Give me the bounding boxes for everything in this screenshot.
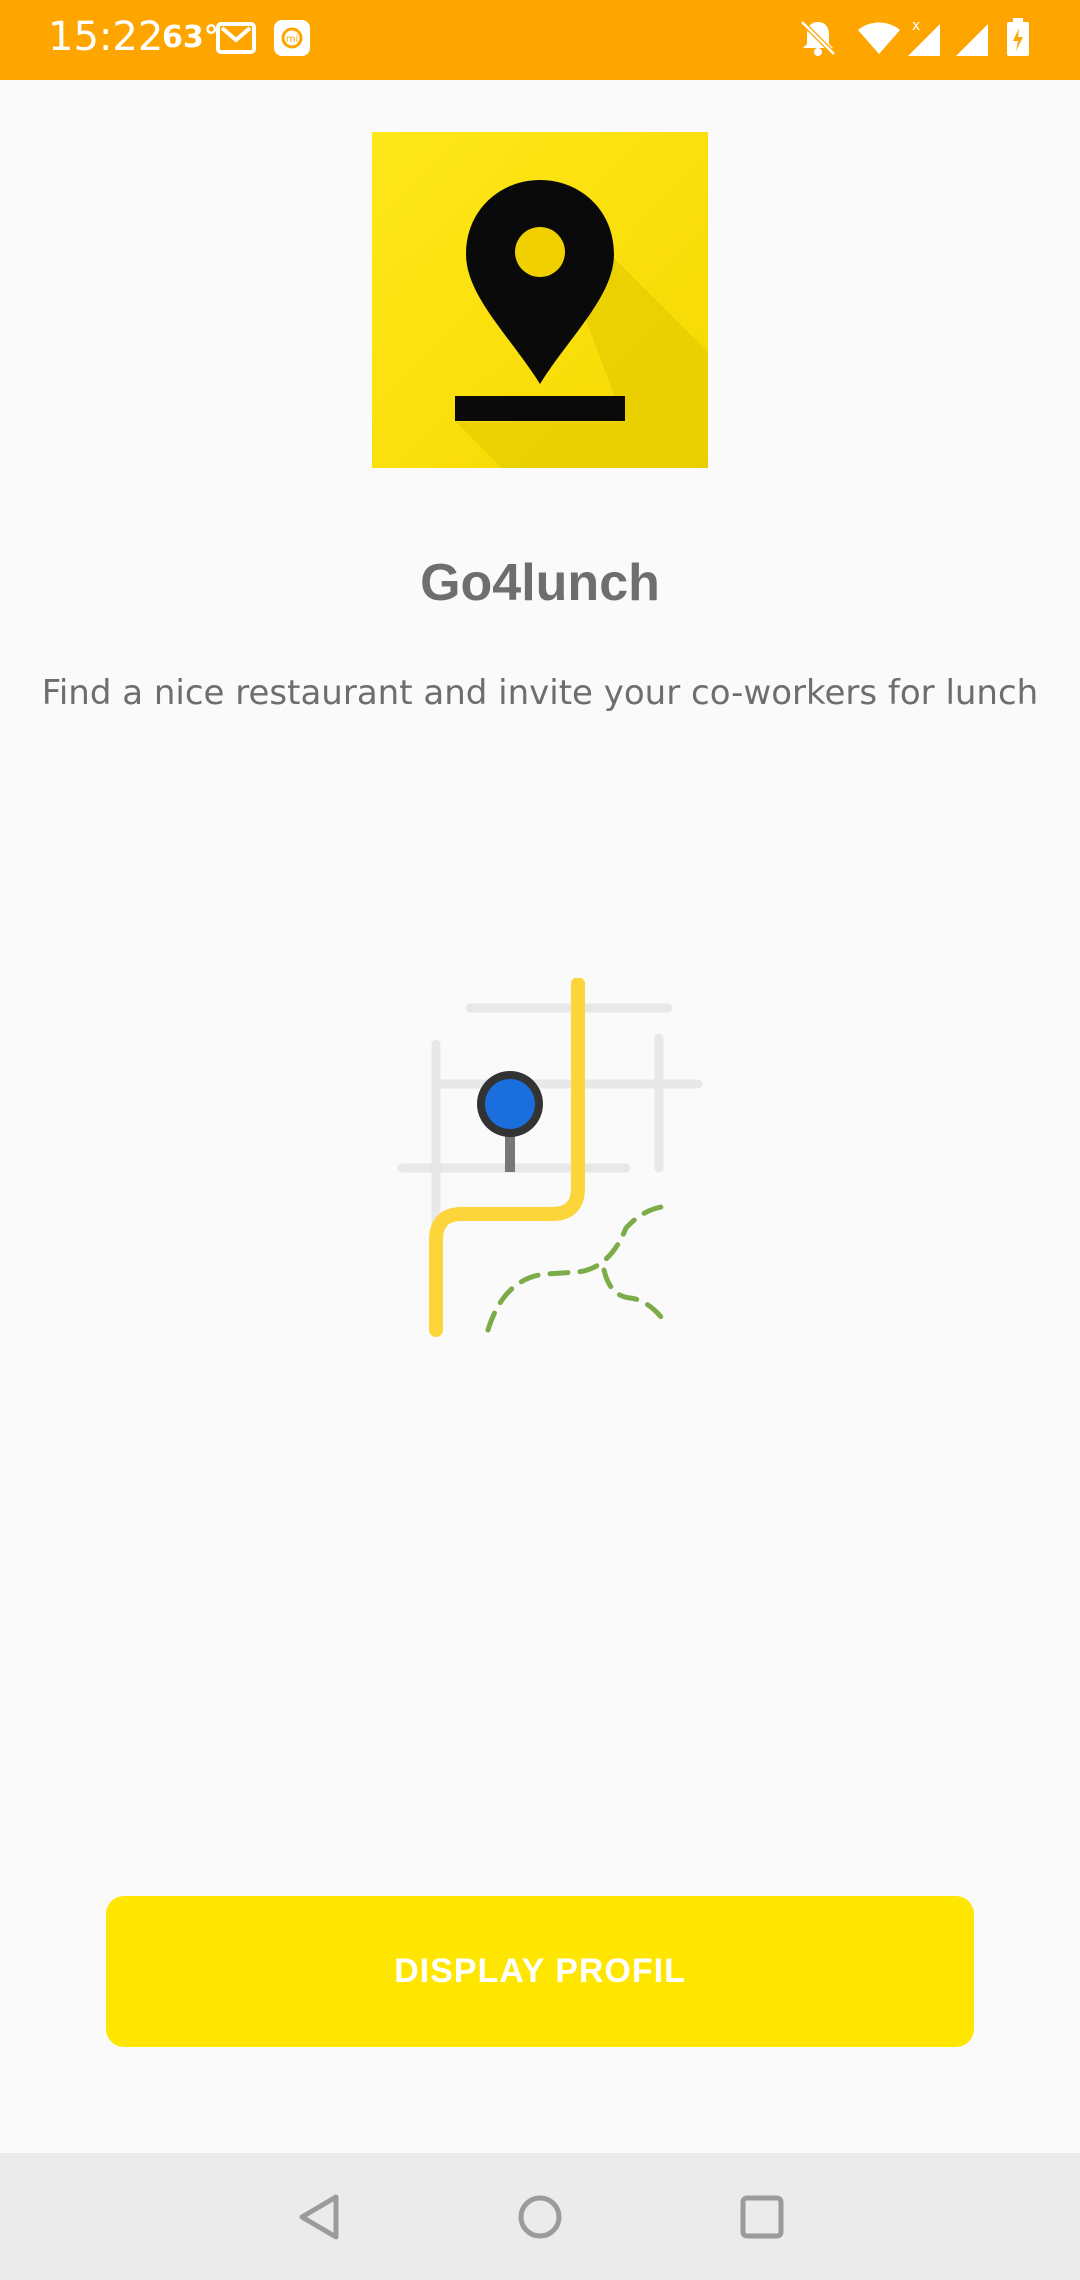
map-pin-icon (372, 132, 708, 468)
app-logo (372, 132, 708, 468)
signal-icon (954, 18, 990, 63)
wifi-icon (856, 18, 902, 63)
status-bar: 15:22 63° mi x (0, 0, 1080, 80)
recents-icon[interactable] (730, 2185, 794, 2249)
app-screen: 15:22 63° mi x Go4lunch Find a nice rest… (0, 0, 1080, 2280)
status-temperature: 63° (162, 20, 219, 55)
svg-text:mi: mi (286, 34, 299, 45)
signal-icon: x (906, 18, 942, 63)
status-time: 15:22 (48, 14, 164, 60)
gmail-icon (216, 18, 256, 63)
battery-charging-icon (1006, 18, 1030, 63)
notifications-off-icon (798, 18, 838, 63)
map-route-illustration (396, 977, 706, 1343)
app-subtitle: Find a nice restaurant and invite your c… (41, 673, 1039, 713)
app-title: Go4lunch (420, 554, 660, 612)
svg-text:x: x (912, 18, 920, 34)
mi-icon: mi (272, 18, 312, 63)
back-icon[interactable] (288, 2185, 352, 2249)
display-profil-button[interactable]: DISPLAY PROFIL (106, 1896, 974, 2047)
home-icon[interactable] (508, 2185, 572, 2249)
